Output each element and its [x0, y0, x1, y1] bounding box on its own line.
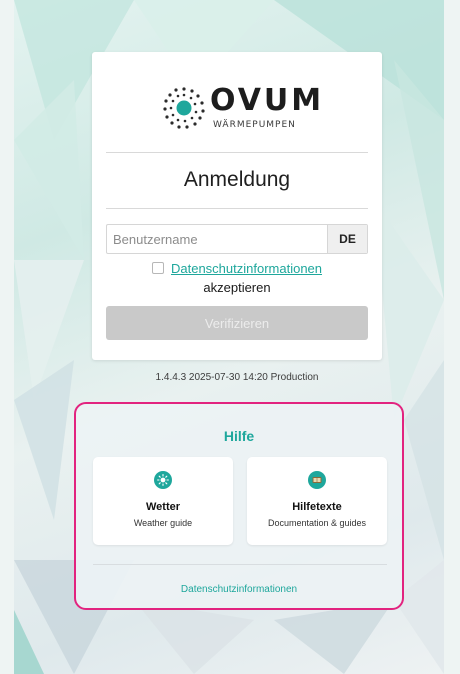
help-panel: Hilfe Wetter Weather guide Hilfetexte Do… [74, 402, 404, 610]
tile-title: Hilfetexte [292, 501, 342, 513]
weather-guide-tile[interactable]: Wetter Weather guide [93, 457, 233, 545]
brand-wordmark: OVUM [210, 83, 325, 118]
username-input[interactable] [107, 225, 327, 253]
divider [106, 208, 368, 209]
version-info: 1.4.4.3 2025-07-30 14:20 Production [155, 372, 319, 383]
brand-tagline: WÄRMEPUMPEN [213, 120, 296, 130]
privacy-consent-row: Datenschutzinformationen [92, 259, 382, 277]
help-book-icon [308, 471, 326, 489]
ovum-dotted-sun-logo-icon [163, 87, 205, 129]
language-button[interactable]: DE [327, 225, 367, 253]
tile-subtitle: Documentation & guides [267, 518, 367, 528]
divider [106, 152, 368, 153]
privacy-accept-label: akzeptieren [203, 280, 271, 295]
app-frame: OVUM WÄRMEPUMPEN Anmeldung DE Datenschut… [14, 0, 444, 674]
help-title: Hilfe [223, 428, 255, 444]
verify-button[interactable]: Verifizieren [106, 306, 368, 340]
divider [93, 564, 387, 565]
ovum-logo: OVUM WÄRMEPUMPEN [92, 86, 382, 142]
weather-sun-icon [154, 471, 172, 489]
username-row: DE [106, 224, 368, 254]
tile-subtitle: Weather guide [133, 518, 193, 528]
help-privacy-link[interactable]: Datenschutzinformationen [76, 584, 402, 595]
login-card: OVUM WÄRMEPUMPEN Anmeldung DE Datenschut… [92, 52, 382, 360]
help-texts-tile[interactable]: Hilfetexte Documentation & guides [247, 457, 387, 545]
page-title: Anmeldung [183, 168, 291, 191]
privacy-consent-checkbox[interactable] [151, 262, 164, 274]
tile-title: Wetter [145, 501, 181, 513]
privacy-info-link[interactable]: Datenschutzinformationen [171, 261, 322, 276]
